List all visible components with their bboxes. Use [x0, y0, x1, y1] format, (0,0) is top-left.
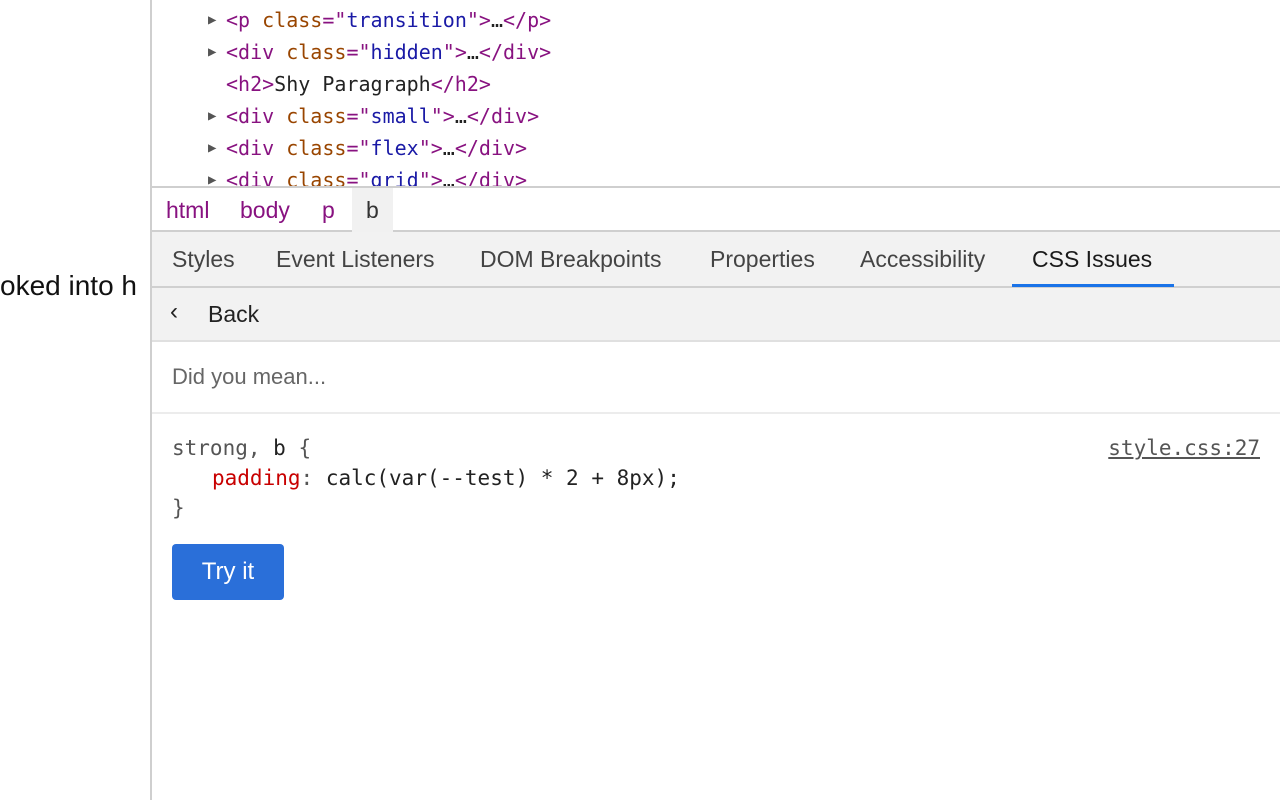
- rule-selector-line: strong, b {: [172, 436, 312, 460]
- source-link[interactable]: style.css:27: [1108, 433, 1260, 463]
- css-rule: strong, b { style.css:27 padding: calc(v…: [152, 430, 1280, 530]
- dom-node[interactable]: ▶ <div class="small">…</div>: [208, 100, 539, 132]
- suggestion-header: Did you mean...: [152, 342, 1280, 414]
- breadcrumb-p[interactable]: p: [308, 188, 349, 232]
- tab-dom-breakpoints[interactable]: DOM Breakpoints: [460, 232, 682, 286]
- expand-triangle-icon[interactable]: ▶: [208, 132, 216, 164]
- breadcrumb-html[interactable]: html: [152, 188, 223, 232]
- dom-node[interactable]: <h2>Shy Paragraph</h2>: [226, 68, 491, 100]
- dom-node[interactable]: ▶ <div class="grid">…</div>: [208, 164, 527, 186]
- breadcrumb: html body p b: [152, 186, 1280, 232]
- dom-node[interactable]: ▶ <p class="transition">…</p>: [208, 4, 551, 36]
- dom-tree: ▶ <p class="transition">…</p> ▶ <div class…: [152, 0, 1280, 186]
- breadcrumb-body[interactable]: body: [226, 188, 304, 232]
- chevron-left-icon[interactable]: ‹: [170, 298, 178, 326]
- tab-event-listeners[interactable]: Event Listeners: [256, 232, 455, 286]
- tab-styles[interactable]: Styles: [152, 232, 255, 286]
- expand-triangle-icon[interactable]: ▶: [208, 4, 216, 36]
- suggestion-text: Did you mean...: [172, 364, 327, 389]
- dom-node[interactable]: ▶ <div class="flex">…</div>: [208, 132, 527, 164]
- rule-close-line: }: [172, 496, 185, 520]
- dom-node[interactable]: ▶ <div class="hidden">…</div>: [208, 36, 551, 68]
- breadcrumb-b[interactable]: b: [352, 188, 393, 232]
- page-text: oked into h: [0, 270, 137, 301]
- devtools-panel: ▶ <p class="transition">…</p> ▶ <div class…: [152, 0, 1280, 800]
- expand-triangle-icon[interactable]: ▶: [208, 36, 216, 68]
- try-it-button[interactable]: Try it: [172, 544, 284, 600]
- back-bar[interactable]: ‹ Back: [152, 288, 1280, 342]
- tab-accessibility[interactable]: Accessibility: [840, 232, 1005, 286]
- rule-declaration[interactable]: padding: calc(var(--test) * 2 + 8px);: [212, 463, 680, 493]
- back-button[interactable]: Back: [208, 288, 259, 340]
- active-tab-indicator: [1012, 284, 1174, 287]
- expand-triangle-icon[interactable]: ▶: [208, 100, 216, 132]
- sidebar-tabs: Styles Event Listeners DOM Breakpoints P…: [152, 232, 1280, 288]
- tab-css-issues[interactable]: CSS Issues: [1012, 232, 1172, 286]
- expand-triangle-icon[interactable]: ▶: [208, 164, 216, 186]
- tab-properties[interactable]: Properties: [690, 232, 835, 286]
- inspected-page: oked into h: [0, 0, 150, 800]
